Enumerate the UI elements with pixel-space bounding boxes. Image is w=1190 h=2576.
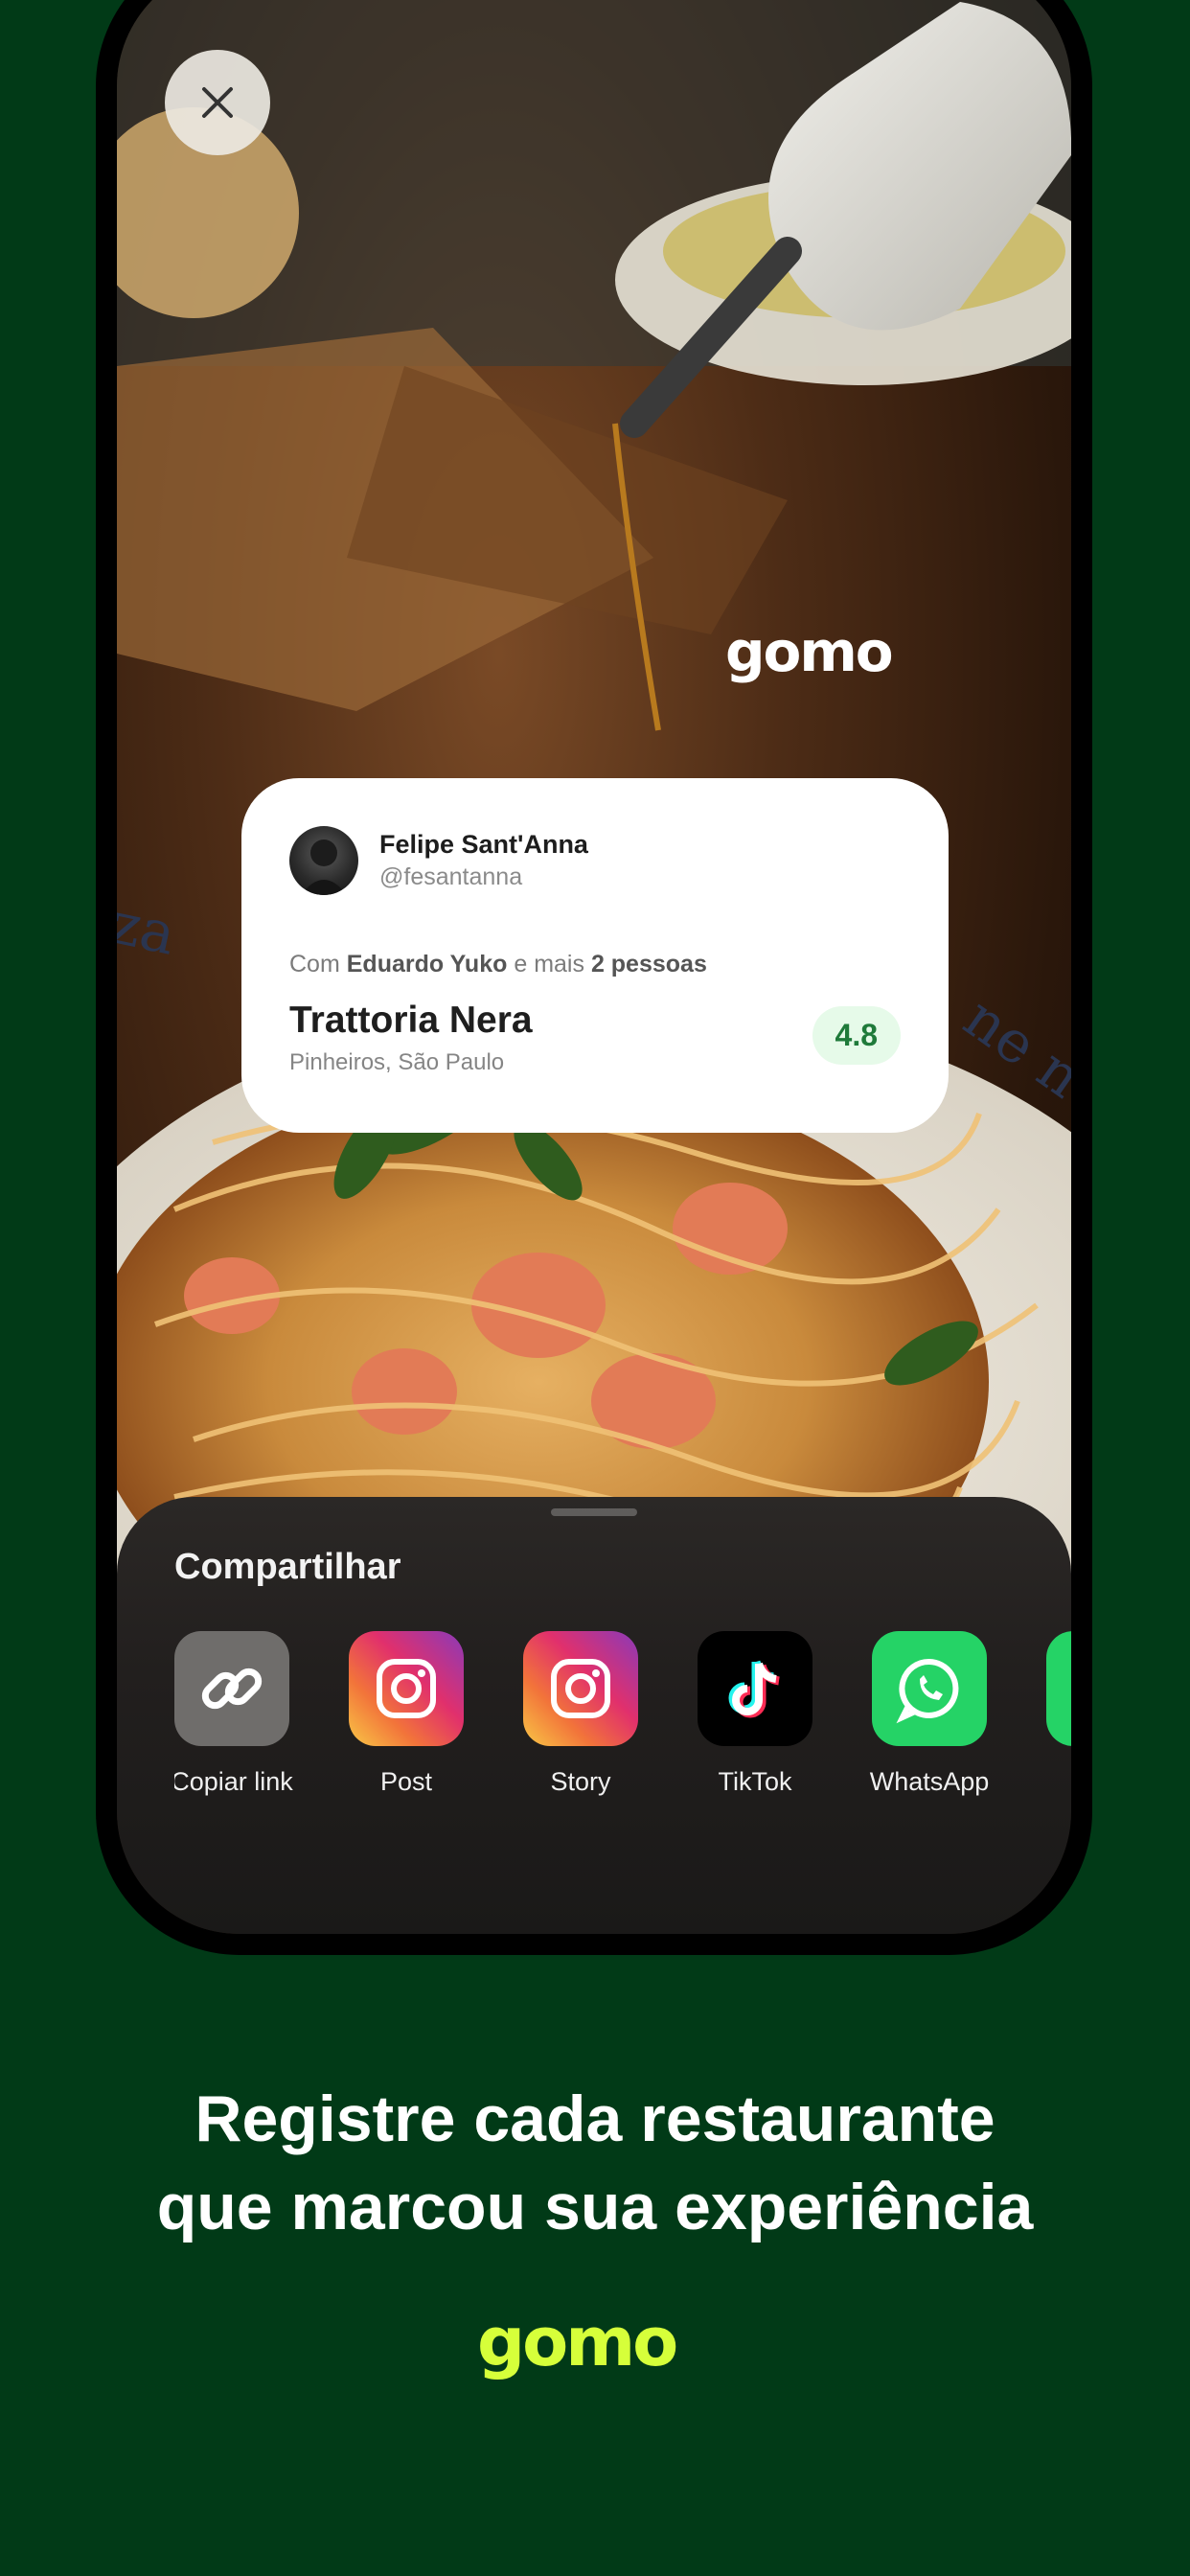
share-title: Compartilhar	[174, 1547, 401, 1587]
svg-text:gomo: gomo	[725, 625, 892, 684]
share-copy-link[interactable]: Copiar link	[174, 1631, 293, 1797]
whatsapp-icon	[872, 1631, 987, 1746]
svg-text:za: za	[117, 889, 181, 968]
review-card[interactable]: Felipe Sant'Anna @fesantanna Com Eduardo…	[241, 778, 949, 1133]
share-app-label: Post	[379, 1767, 433, 1796]
companion-name: Eduardo Yuko	[346, 951, 508, 978]
sheet-handle[interactable]	[551, 1508, 637, 1516]
link-icon	[174, 1631, 289, 1746]
headline-line-1: Registre cada restaurante	[195, 2082, 995, 2155]
companions-middle: e mais	[514, 951, 584, 978]
card-user-row: Felipe Sant'Anna @fesantanna	[289, 826, 901, 895]
restaurant-name: Trattoria Nera	[289, 1000, 533, 1041]
restaurant-row: Trattoria Nera Pinheiros, São Paulo 4.8	[289, 1000, 901, 1076]
share-app-label: Copiar link	[174, 1767, 293, 1796]
companions-prefix: Com	[289, 951, 340, 978]
companions-line: Com Eduardo Yuko e mais 2 pessoas	[289, 951, 901, 978]
avatar	[289, 826, 358, 895]
share-app-list: Copiar link Post Story TikTok WhatsApp	[174, 1631, 1071, 1797]
instagram-icon	[349, 1631, 464, 1746]
close-button[interactable]	[165, 50, 270, 155]
close-icon	[202, 87, 233, 118]
tiktok-icon	[698, 1631, 812, 1746]
companions-count: 2 pessoas	[590, 951, 707, 978]
share-sheet: Compartilhar Copiar link Post Story TikT…	[117, 1497, 1071, 1934]
rating-badge: 4.8	[812, 1006, 901, 1065]
brand-logo-overlay: gomo	[725, 619, 917, 691]
share-app-label: WhatsApp	[869, 1767, 990, 1796]
share-app-label: TikTok	[718, 1767, 792, 1796]
instagram-icon	[523, 1631, 638, 1746]
share-more-app[interactable]: W	[1046, 1631, 1071, 1797]
user-handle: @fesantanna	[379, 863, 523, 890]
share-instagram-story[interactable]: Story	[523, 1631, 638, 1797]
restaurant-location: Pinheiros, São Paulo	[289, 1049, 505, 1075]
user-name: Felipe Sant'Anna	[379, 830, 588, 859]
share-instagram-post[interactable]: Post	[349, 1631, 464, 1797]
share-tiktok[interactable]: TikTok	[698, 1631, 812, 1797]
headline-line-2: que marcou sua experiência	[156, 2171, 1034, 2243]
brand-logo: gomo	[477, 2303, 717, 2391]
phone-screen: za ne n gomo Felipe Sant'Anna @fesantann…	[117, 0, 1071, 1934]
phone-frame: za ne n gomo Felipe Sant'Anna @fesantann…	[96, 0, 1092, 1955]
share-app-label: Story	[550, 1767, 611, 1796]
share-whatsapp[interactable]: WhatsApp	[869, 1631, 990, 1797]
headline: Registre cada restaurante que marcou sua…	[0, 2075, 1190, 2251]
svg-text:gomo: gomo	[477, 2310, 676, 2381]
app-icon	[1046, 1631, 1071, 1746]
